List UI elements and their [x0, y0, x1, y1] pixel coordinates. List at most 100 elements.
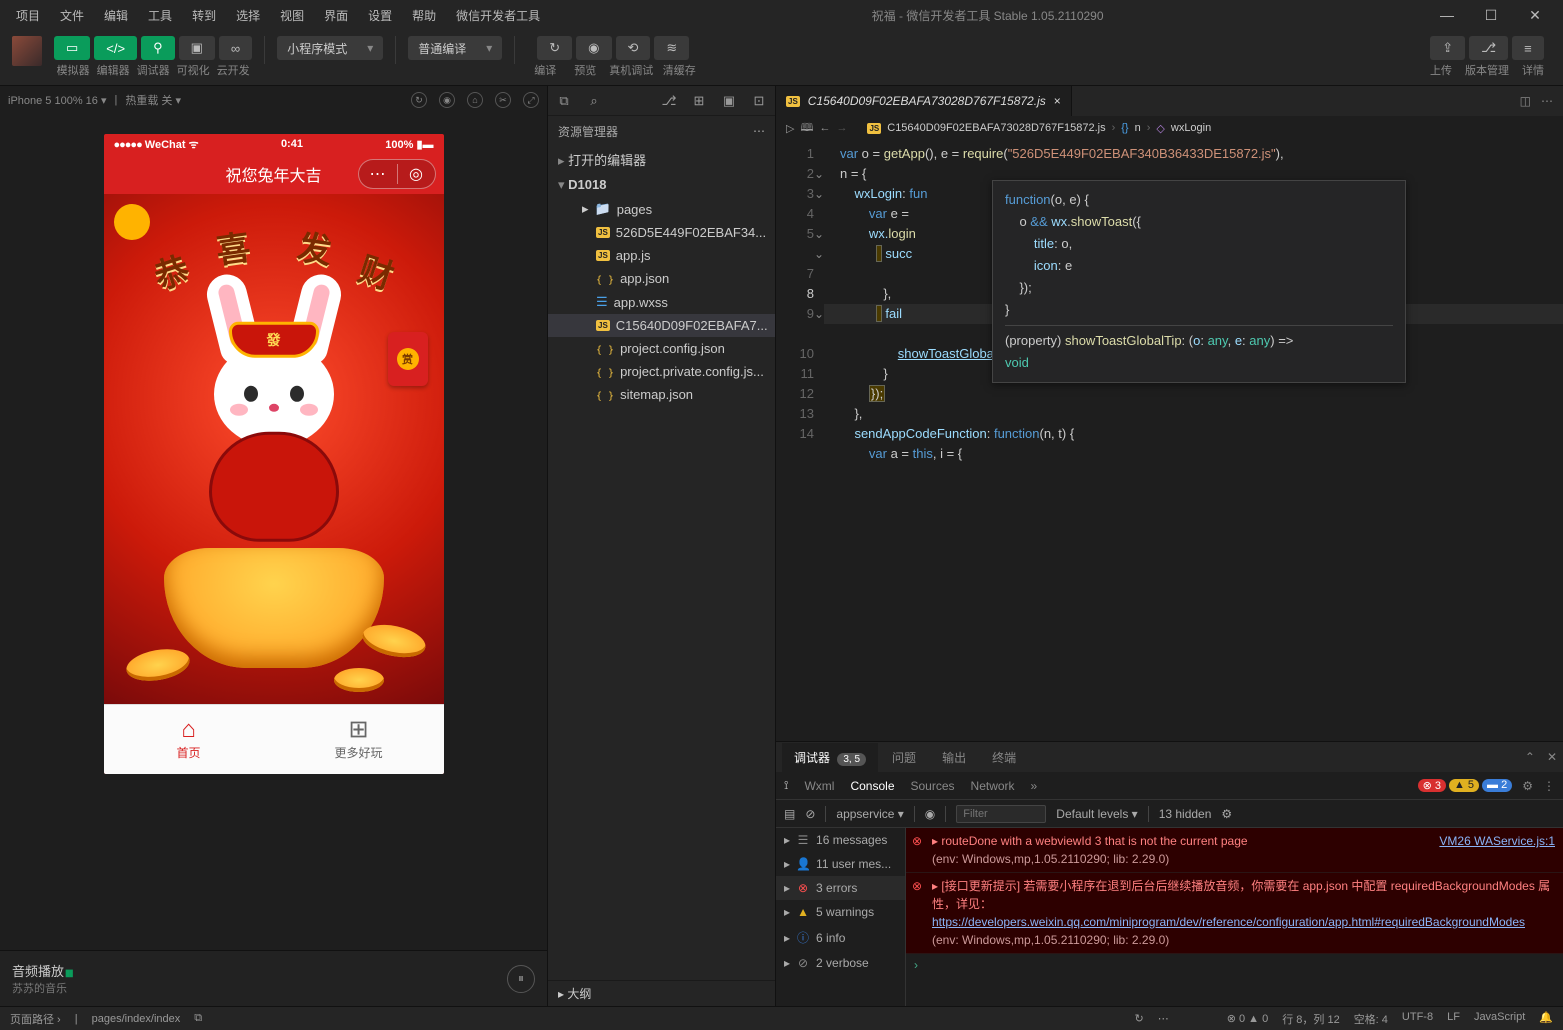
detail-button[interactable]: ≡	[1512, 36, 1544, 60]
files-icon[interactable]: ⧉	[554, 93, 574, 109]
minimize-icon[interactable]: —	[1427, 1, 1467, 29]
phone-content[interactable]: 恭 喜 发 财	[104, 194, 444, 704]
bookmark-icon[interactable]: 🕮	[800, 119, 813, 138]
ext-icon[interactable]: ▣	[719, 93, 739, 109]
filter-row[interactable]: ▸⊗3 errors	[776, 876, 905, 900]
filter-row[interactable]: ▸▲5 warnings	[776, 900, 905, 924]
red-packet-icon[interactable]	[388, 332, 428, 386]
menu-item[interactable]: 文件	[52, 3, 92, 28]
settings-gear-icon[interactable]: ⚙	[1221, 807, 1232, 821]
rotate-icon[interactable]: ↻	[411, 92, 427, 108]
context-select[interactable]: appservice ▾	[836, 807, 903, 821]
console-error[interactable]: VM26 WAService.js:1▸ routeDone with a we…	[906, 828, 1563, 873]
language-status[interactable]: JavaScript	[1474, 1011, 1525, 1027]
forward-icon[interactable]: →	[836, 122, 847, 134]
tab-terminal[interactable]: 终端	[980, 743, 1028, 772]
editor-button[interactable]: </>	[94, 36, 137, 60]
back-icon[interactable]: ←	[819, 122, 830, 134]
panel-close-icon[interactable]: ✕	[1547, 750, 1557, 764]
file-item[interactable]: JS C15640D09F02EBAFA7...	[548, 314, 775, 337]
inspect-icon[interactable]: ⟟	[784, 778, 788, 793]
menu-item[interactable]: 工具	[140, 3, 180, 28]
console-error[interactable]: ▸ [接口更新提示] 若需要小程序在退到后台后继续播放音频，你需要在 app.j…	[906, 873, 1563, 954]
tab-debugger[interactable]: 调试器 3, 5	[782, 743, 878, 772]
filter-input[interactable]	[956, 805, 1046, 823]
editor-tab[interactable]: JS C15640D09F02EBAFA73028D767F15872.js ×	[776, 86, 1072, 116]
device-select[interactable]: iPhone 5 100% 16 ▾	[8, 94, 107, 107]
refresh-icon[interactable]: ⊡	[749, 93, 769, 109]
menu-item[interactable]: 转到	[184, 3, 224, 28]
search-icon[interactable]: ⌕	[584, 93, 604, 109]
bell-icon[interactable]: 🔔	[1539, 1011, 1553, 1027]
branch-icon[interactable]: ⎇	[659, 93, 679, 109]
capsule-menu-icon[interactable]: ⋯	[359, 164, 397, 184]
preview-button[interactable]: ◉	[576, 36, 611, 60]
avatar[interactable]	[12, 36, 42, 66]
more-icon[interactable]: ⋯	[753, 124, 765, 138]
home-icon[interactable]: ⌂	[467, 92, 483, 108]
subtab-sources[interactable]: Sources	[911, 779, 955, 793]
page-path-label[interactable]: 页面路径 ›	[10, 1011, 61, 1027]
file-item[interactable]: project.config.json	[548, 337, 775, 360]
file-item[interactable]: sitemap.json	[548, 383, 775, 406]
tab-close-icon[interactable]: ×	[1054, 94, 1061, 108]
breadcrumb[interactable]: ▷ 🕮 ← → JSC15640D09F02EBAFA73028D767F158…	[776, 116, 1563, 140]
open-editors-section[interactable]: 打开的编辑器	[548, 146, 775, 173]
subtab-wxml[interactable]: Wxml	[804, 779, 834, 793]
refresh-status-icon[interactable]: ↻	[1134, 1012, 1143, 1025]
menu-item[interactable]: 编辑	[96, 3, 136, 28]
compile-mode-select[interactable]: 普通编译	[408, 36, 502, 60]
encoding-status[interactable]: UTF-8	[1402, 1011, 1433, 1027]
filter-row[interactable]: ▸☰16 messages	[776, 828, 905, 852]
clear-cache-button[interactable]: ≋	[654, 36, 689, 60]
popout-icon[interactable]: ⤢	[523, 92, 539, 108]
eye-icon[interactable]: ◉	[925, 807, 935, 821]
file-item[interactable]: app.json	[548, 267, 775, 290]
menu-item[interactable]: 项目	[8, 3, 48, 28]
maximize-icon[interactable]: ☐	[1471, 1, 1511, 29]
indent-status[interactable]: 空格: 4	[1354, 1011, 1388, 1027]
menu-item[interactable]: 选择	[228, 3, 268, 28]
file-item[interactable]: JS app.js	[548, 244, 775, 267]
kebab-icon[interactable]: ⋮	[1543, 779, 1555, 793]
subtab-more[interactable]: »	[1031, 779, 1038, 793]
subtab-console[interactable]: Console	[850, 779, 894, 793]
cursor-position[interactable]: 行 8，列 12	[1282, 1011, 1339, 1027]
simulator-button[interactable]: ▭	[54, 36, 90, 60]
menu-item[interactable]: 界面	[316, 3, 356, 28]
levels-select[interactable]: Default levels ▾	[1056, 807, 1137, 821]
page-path[interactable]: pages/index/index	[92, 1013, 181, 1025]
chevron-up-icon[interactable]: ⌃	[1525, 750, 1535, 764]
compile-button[interactable]: ↻	[537, 36, 572, 60]
pause-icon[interactable]: ⏸	[507, 965, 535, 993]
menu-item[interactable]: 设置	[360, 3, 400, 28]
remote-debug-button[interactable]: ⟲	[616, 36, 651, 60]
clear-icon[interactable]: ⊘	[805, 807, 815, 821]
debugger-button[interactable]: ⚲	[141, 36, 175, 60]
menu-item[interactable]: 微信开发者工具	[448, 3, 548, 28]
outline-section[interactable]: ▸ 大纲	[548, 980, 775, 1006]
close-icon[interactable]: ✕	[1515, 1, 1555, 29]
version-button[interactable]: ⎇	[1469, 36, 1508, 60]
scissors-icon[interactable]: ✂	[495, 92, 511, 108]
split-icon[interactable]: ◫	[1520, 94, 1531, 108]
menu-item[interactable]: 视图	[272, 3, 312, 28]
record-icon[interactable]: ◉	[439, 92, 455, 108]
filter-row[interactable]: ▸👤11 user mes...	[776, 852, 905, 876]
mode-select[interactable]: 小程序模式	[277, 36, 383, 60]
file-item[interactable]: app.wxss	[548, 290, 775, 314]
file-item[interactable]: JS 526D5E449F02EBAF34...	[548, 221, 775, 244]
tab-more[interactable]: ⊞更多好玩	[274, 705, 444, 774]
hot-reload-toggle[interactable]: 热重载 关 ▾	[125, 92, 181, 108]
upload-button[interactable]: ⇪	[1430, 36, 1465, 60]
tab-home[interactable]: ⌂首页	[104, 705, 274, 774]
copy-icon[interactable]: ⧉	[194, 1012, 202, 1025]
code-editor[interactable]: 123457891011121314 var o = getApp(), e =…	[776, 140, 1563, 741]
tab-problems[interactable]: 问题	[880, 743, 928, 772]
ellipsis-icon[interactable]: ⋯	[1541, 94, 1553, 108]
hidden-count[interactable]: 13 hidden	[1159, 807, 1212, 821]
file-item[interactable]: project.private.config.js...	[548, 360, 775, 383]
run-icon[interactable]: ▷	[786, 122, 794, 135]
grid-icon[interactable]: ⊞	[689, 93, 709, 109]
eol-status[interactable]: LF	[1447, 1011, 1460, 1027]
